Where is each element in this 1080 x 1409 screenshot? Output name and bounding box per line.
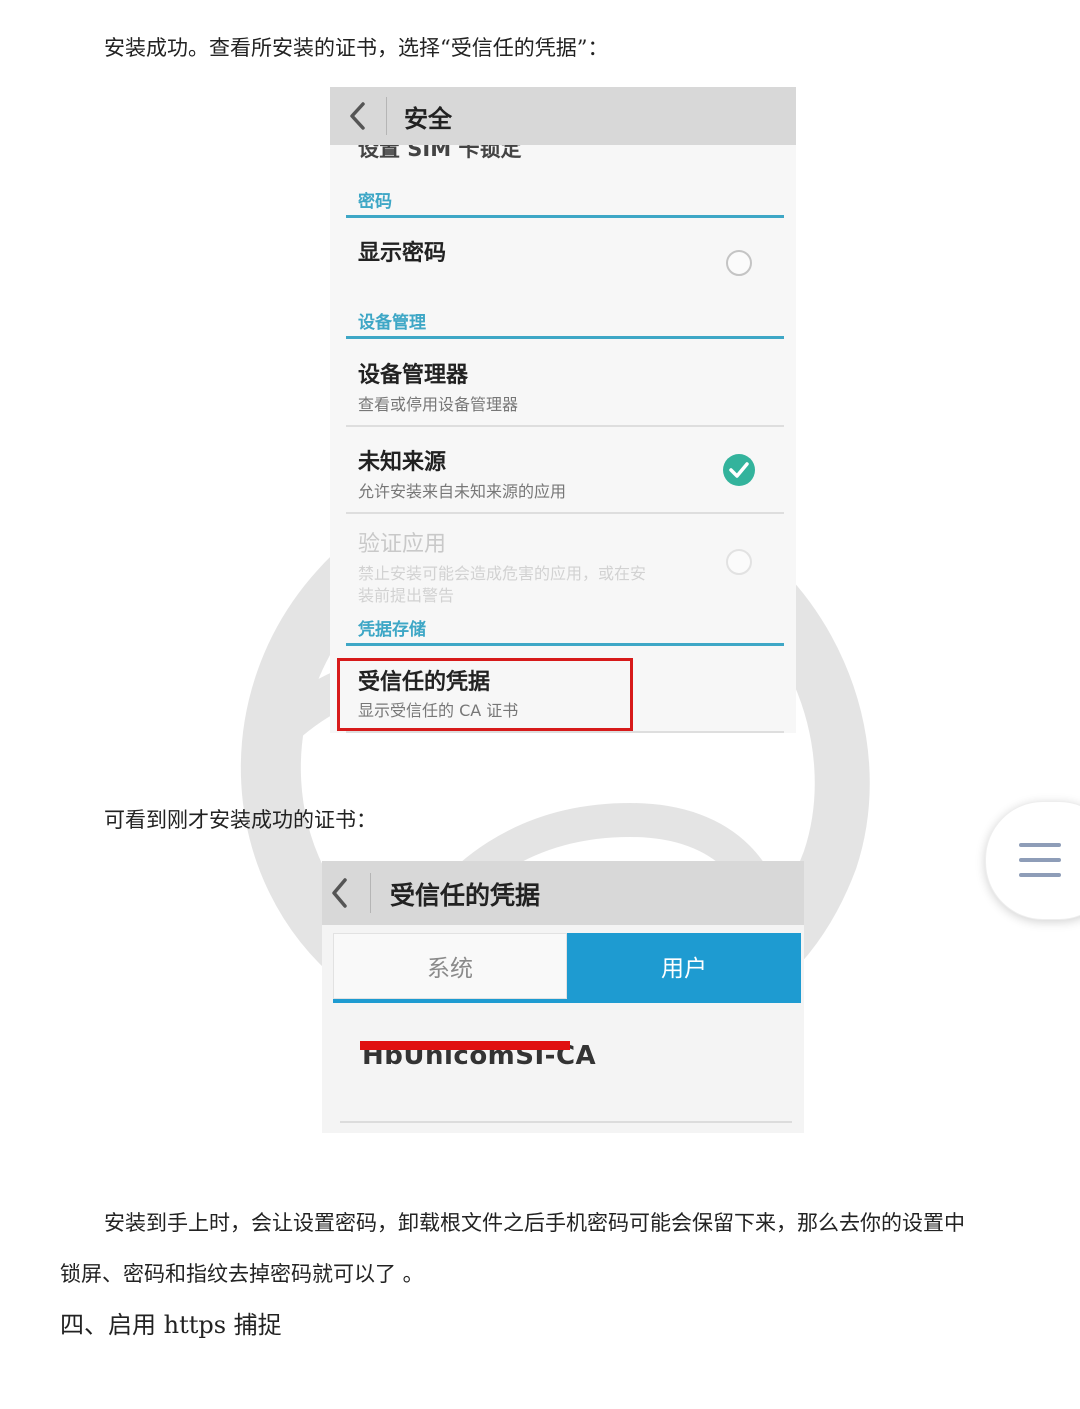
security-settings-screenshot: 安全 设置 SIM 卡锁定 安全 密码 显示密码 设备管理 设备管理器 查看或停… (330, 87, 796, 733)
tab-system[interactable]: 系统 (333, 933, 567, 999)
section-device-admin: 设备管理 (346, 306, 784, 339)
item-title: 验证应用 (358, 532, 447, 557)
item-subtitle: 查看或停用设备管理器 (358, 395, 519, 414)
title-bar-cover: 安全 (330, 87, 796, 145)
section-password: 密码 (346, 185, 784, 218)
section-heading-4: 四、启用 https 捕捉 (60, 1311, 282, 1339)
section-label: 设备管理 (358, 313, 426, 333)
item-subtitle-line1: 禁止安装可能会造成危害的应用，或在安 (358, 564, 647, 583)
tab-underline (333, 999, 801, 1003)
divider (346, 425, 784, 427)
verify-apps-checkbox (726, 549, 752, 575)
item-subtitle: 允许安装来自未知来源的应用 (358, 482, 567, 501)
divider (340, 1121, 792, 1123)
highlight-box (337, 658, 633, 731)
item-subtitle-line2: 装前提出警告 (358, 586, 455, 605)
tab-user[interactable]: 用户 (567, 933, 801, 999)
section-label: 密码 (358, 192, 392, 212)
unknown-sources-checked-icon[interactable] (723, 454, 755, 486)
title-bar: 受信任的凭据 (322, 861, 804, 925)
paragraph-install-success: 安装成功。查看所安装的证书，选择“受信任的凭据”： (104, 36, 609, 60)
item-title: 未知来源 (358, 450, 447, 475)
back-arrow-icon[interactable] (330, 877, 348, 909)
paragraph-password-note-line1: 安装到手上时，会让设置密码，卸载根文件之后手机密码可能会保留下来，那么去你的设置… (104, 1211, 965, 1235)
divider (346, 731, 784, 733)
item-title: 显示密码 (358, 241, 447, 266)
title-separator (370, 873, 371, 913)
show-password-checkbox[interactable] (726, 250, 752, 276)
menu-icon-bar (1019, 843, 1061, 847)
floating-menu-button[interactable] (985, 801, 1080, 920)
section-label: 凭据存储 (358, 620, 426, 640)
back-chevron-icon[interactable] (348, 101, 366, 131)
tab-bar: 系统 用户 (333, 933, 801, 1003)
screen-title-text: 安全 (404, 105, 452, 133)
redaction-mark (360, 1041, 570, 1050)
trusted-credentials-screenshot: 受信任的凭据 系统 用户 HbUnicomSI-CA (322, 861, 804, 1133)
paragraph-password-note-line2: 锁屏、密码和指纹去掉密码就可以了 。 (60, 1262, 424, 1286)
paragraph-see-certificate: 可看到刚才安装成功的证书： (104, 808, 377, 832)
title-divider (386, 97, 387, 135)
checkmark-icon (729, 462, 749, 478)
menu-icon-bar (1019, 873, 1061, 877)
section-credential-storage: 凭据存储 (346, 613, 784, 646)
divider (346, 512, 784, 514)
item-title: 设备管理器 (358, 363, 469, 388)
menu-icon-bar (1019, 858, 1061, 862)
screen-title: 受信任的凭据 (390, 881, 541, 910)
